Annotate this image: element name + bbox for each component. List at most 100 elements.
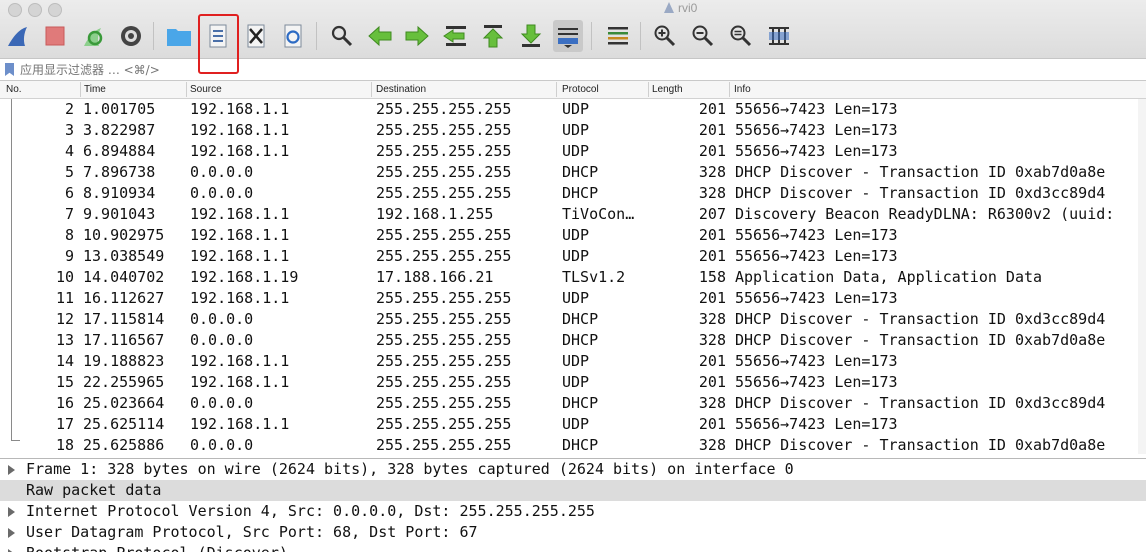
- column-header-no[interactable]: No.: [6, 83, 22, 97]
- cell-src: 192.168.1.1: [190, 352, 290, 370]
- close-file-button[interactable]: [241, 20, 271, 52]
- packet-rows: 2 1.001705 192.168.1.1 255.255.255.255 UDP 20…: [0, 99, 1146, 456]
- table-row[interactable]: 3 3.822987 192.168.1.1 255.255.255.255 UDP 20…: [0, 120, 1146, 141]
- cell-dst: 255.255.255.255: [376, 394, 512, 412]
- expand-arrow-icon[interactable]: [8, 507, 15, 517]
- column-header-source[interactable]: Source: [190, 83, 222, 97]
- colorize-button[interactable]: [603, 20, 633, 52]
- window-minimize-button[interactable]: [28, 3, 42, 17]
- packet-list: No. Time Source Destination Protocol Len…: [0, 81, 1146, 457]
- go-back-button[interactable]: [365, 20, 395, 52]
- cell-dst: 255.255.255.255: [376, 121, 512, 139]
- table-row[interactable]: 11 16.112627 192.168.1.1 255.255.255.255 UDP…: [0, 288, 1146, 309]
- table-row[interactable]: 16 25.023664 0.0.0.0 255.255.255.255 DHCP 328…: [0, 393, 1146, 414]
- go-forward-button[interactable]: [402, 20, 432, 52]
- column-divider[interactable]: [371, 82, 372, 97]
- table-row[interactable]: 6 8.910934 0.0.0.0 255.255.255.255 DHCP 328 DH…: [0, 183, 1146, 204]
- cell-src: 192.168.1.1: [190, 100, 290, 118]
- window-title: rvi0: [664, 1, 697, 15]
- column-divider[interactable]: [648, 82, 649, 97]
- start-capture-button[interactable]: [3, 20, 33, 52]
- cell-proto: DHCP: [562, 436, 599, 454]
- resize-columns-button[interactable]: [764, 20, 794, 52]
- cell-proto: DHCP: [562, 394, 599, 412]
- column-header-destination[interactable]: Destination: [376, 83, 426, 97]
- restart-capture-button[interactable]: [78, 20, 108, 52]
- resize-columns-icon: [769, 27, 789, 45]
- table-row[interactable]: 14 19.188823 192.168.1.1 255.255.255.255 UDP…: [0, 351, 1146, 372]
- cell-src: 0.0.0.0: [190, 331, 254, 349]
- cell-src: 192.168.1.1: [190, 373, 290, 391]
- stop-capture-button[interactable]: [40, 20, 70, 52]
- find-packet-button[interactable]: [327, 20, 357, 52]
- go-last-packet-button[interactable]: [516, 20, 546, 52]
- zoom-out-button[interactable]: [688, 20, 718, 52]
- table-row[interactable]: 13 17.116567 0.0.0.0 255.255.255.255 DHCP 328…: [0, 330, 1146, 351]
- go-first-packet-icon: [482, 25, 504, 48]
- cell-info: Discovery Beacon ReadyDLNA: R6300v2 (uui…: [735, 205, 1115, 223]
- cell-no: 12: [55, 310, 74, 328]
- normal-size-button[interactable]: [726, 20, 756, 52]
- table-row[interactable]: 12 17.115814 0.0.0.0 255.255.255.255 DHCP 328…: [0, 309, 1146, 330]
- start-capture-icon: [8, 27, 27, 46]
- detail-tree-item[interactable]: Raw packet data: [0, 480, 1146, 501]
- column-divider[interactable]: [729, 82, 730, 97]
- open-file-button[interactable]: [164, 20, 194, 52]
- cell-len: 328: [698, 331, 726, 349]
- cell-time: 13.038549: [83, 247, 165, 265]
- table-row[interactable]: 10 14.040702 192.168.1.19 17.188.166.21 TLSv…: [0, 267, 1146, 288]
- cell-dst: 255.255.255.255: [376, 352, 512, 370]
- cell-len: 201: [698, 100, 726, 118]
- expand-arrow-icon[interactable]: [8, 465, 15, 475]
- column-header-time[interactable]: Time: [84, 83, 106, 97]
- display-filter-input[interactable]: [20, 62, 920, 77]
- cell-src: 0.0.0.0: [190, 163, 254, 181]
- column-header-protocol[interactable]: Protocol: [562, 83, 599, 97]
- table-row[interactable]: 9 13.038549 192.168.1.1 255.255.255.255 UDP 2…: [0, 246, 1146, 267]
- table-row[interactable]: 2 1.001705 192.168.1.1 255.255.255.255 UDP 20…: [0, 99, 1146, 120]
- table-row[interactable]: 4 6.894884 192.168.1.1 255.255.255.255 UDP 20…: [0, 141, 1146, 162]
- detail-tree-item[interactable]: Internet Protocol Version 4, Src: 0.0.0.…: [0, 501, 1146, 522]
- window-zoom-button[interactable]: [48, 3, 62, 17]
- column-header-length[interactable]: Length: [652, 83, 683, 97]
- go-to-packet-button[interactable]: [440, 20, 470, 52]
- cell-no: 7: [64, 205, 74, 223]
- table-row[interactable]: 15 22.255965 192.168.1.1 255.255.255.255 UDP…: [0, 372, 1146, 393]
- auto-scroll-button[interactable]: [553, 20, 583, 52]
- bookmark-icon[interactable]: [5, 63, 14, 76]
- display-filter-bar: [0, 59, 1146, 81]
- cell-dst: 255.255.255.255: [376, 142, 512, 160]
- cell-time: 8.910934: [83, 184, 156, 202]
- zoom-in-button[interactable]: [650, 20, 680, 52]
- table-row[interactable]: 8 10.902975 192.168.1.1 255.255.255.255 UDP 2…: [0, 225, 1146, 246]
- table-row[interactable]: 18 25.625886 0.0.0.0 255.255.255.255 DHCP 328…: [0, 435, 1146, 456]
- cell-proto: DHCP: [562, 163, 599, 181]
- table-row[interactable]: 5 7.896738 0.0.0.0 255.255.255.255 DHCP 328 DH…: [0, 162, 1146, 183]
- reload-file-button[interactable]: [278, 20, 308, 52]
- open-file-icon: [167, 29, 191, 46]
- go-first-packet-button[interactable]: [478, 20, 508, 52]
- detail-tree-item[interactable]: Frame 1: 328 bytes on wire (2624 bits), …: [0, 459, 1146, 480]
- cell-no: 14: [55, 352, 74, 370]
- cell-no: 16: [55, 394, 74, 412]
- cell-proto: UDP: [562, 352, 590, 370]
- column-divider[interactable]: [556, 82, 557, 97]
- capture-options-button[interactable]: [116, 20, 146, 52]
- cell-proto: UDP: [562, 373, 590, 391]
- column-divider[interactable]: [186, 82, 187, 97]
- cell-time: 10.902975: [83, 226, 165, 244]
- column-header-info[interactable]: Info: [734, 83, 751, 97]
- table-row[interactable]: 7 9.901043 192.168.1.1 192.168.1.255 TiVoCon…: [0, 204, 1146, 225]
- cell-dst: 255.255.255.255: [376, 184, 512, 202]
- window-close-button[interactable]: [8, 3, 22, 17]
- table-row[interactable]: 17 25.625114 192.168.1.1 255.255.255.255 UDP…: [0, 414, 1146, 435]
- detail-tree-item[interactable]: User Datagram Protocol, Src Port: 68, Ds…: [0, 522, 1146, 543]
- cell-dst: 255.255.255.255: [376, 226, 512, 244]
- cell-info: 55656→7423 Len=173: [735, 121, 898, 139]
- cell-info: 55656→7423 Len=173: [735, 415, 898, 433]
- cell-no: 13: [55, 331, 74, 349]
- expand-arrow-icon[interactable]: [8, 528, 15, 538]
- cell-src: 192.168.1.1: [190, 247, 290, 265]
- cell-len: 201: [698, 247, 726, 265]
- column-divider[interactable]: [80, 82, 81, 97]
